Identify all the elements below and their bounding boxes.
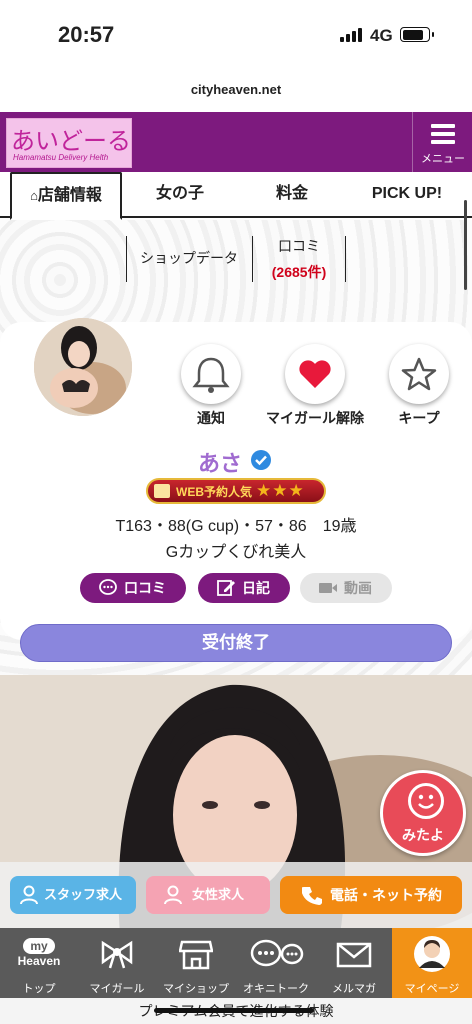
ribbon-icon [101, 940, 133, 969]
nav-top[interactable]: my Heaven トップ [0, 928, 78, 998]
address-bar-url[interactable]: cityheaven.net [0, 82, 472, 97]
divider [126, 236, 127, 282]
nav-mypage[interactable]: マイページ [392, 928, 472, 998]
logo-subtitle: Hamamatsu Delivery Helth [13, 153, 109, 162]
keep-button[interactable] [389, 344, 449, 404]
verified-icon [251, 450, 271, 470]
chat-bubbles-icon [250, 939, 304, 967]
user-avatar-icon [414, 936, 450, 972]
my-heaven-logo: my Heaven [14, 938, 64, 968]
nav-okini-talk-label: オキニトーク [243, 983, 309, 995]
shop-logo[interactable]: あいどーる Hamamatsu Delivery Helth [6, 118, 132, 168]
mail-icon [336, 942, 372, 968]
badge-stars: ★★★ [256, 481, 305, 500]
menu-button[interactable]: メニュー [412, 112, 472, 172]
badge-label: WEB予約人気 [176, 485, 252, 499]
mygirl-remove-button[interactable] [285, 344, 345, 404]
status-bar: 20:57 4G [0, 0, 472, 70]
web-reservation-badge: WEB予約人気 ★★★ [146, 478, 326, 504]
reviews-button-label: 口コミ [124, 580, 166, 596]
notify-label: 通知 [197, 410, 225, 426]
avatar-photo [34, 318, 132, 416]
female-recruit-label: 女性求人 [192, 887, 245, 902]
edit-icon [217, 580, 235, 596]
mygirl-remove-label: マイガール解除 [266, 410, 364, 426]
girl-stats: T163・88(G cup)・57・86 19歳 [115, 518, 357, 535]
smile-icon [408, 783, 444, 819]
video-icon [319, 583, 337, 593]
nav-mypage-label: マイページ [404, 983, 460, 995]
network-type: 4G [370, 26, 393, 45]
logo-my: my [23, 938, 55, 954]
tab-girls[interactable]: 女の子 [130, 172, 230, 218]
phone-icon [302, 887, 322, 905]
cta-bar: スタッフ求人 女性求人 電話・ネット予約 [0, 862, 472, 928]
staff-recruit-label: スタッフ求人 [44, 887, 123, 902]
diary-button-label: 日記 [242, 580, 270, 596]
reviews-link[interactable]: 口コミ (2685件) [254, 236, 344, 282]
divider [345, 236, 346, 282]
battery-icon [400, 27, 434, 42]
nav-mailmag-label: メルマガ [332, 983, 376, 995]
home-indicator[interactable] [154, 1008, 314, 1013]
female-recruit-button[interactable]: 女性求人 [146, 876, 270, 914]
calendar-icon [154, 484, 170, 498]
bell-icon [192, 357, 230, 393]
video-button[interactable]: 動画 [300, 573, 392, 603]
site-header: あいどーる Hamamatsu Delivery Helth メニュー [0, 112, 472, 172]
shop-icon [179, 940, 213, 970]
staff-recruit-button[interactable]: スタッフ求人 [10, 876, 136, 914]
tab-shop-info[interactable]: ⌂店舗情報 [10, 172, 122, 220]
menu-label: メニュー [421, 153, 465, 165]
girl-avatar[interactable] [34, 318, 132, 416]
shop-subnav: ショップデータ 口コミ (2685件) [126, 232, 346, 282]
heart-icon [299, 360, 331, 388]
tab-pickup[interactable]: PICK UP! [352, 172, 462, 218]
signal-icon [340, 28, 362, 42]
reviews-count: (2685件) [271, 264, 327, 280]
keep-label: キープ [398, 410, 440, 426]
girl-catchphrase: Gカップくびれ美人 [165, 544, 307, 561]
chat-icon [99, 579, 117, 595]
nav-top-label: トップ [22, 983, 56, 995]
nav-mygirl[interactable]: マイガール [78, 928, 156, 998]
nav-mailmag[interactable]: メルマガ [316, 928, 392, 998]
nav-myshop[interactable]: マイショップ [156, 928, 236, 998]
person-icon [20, 885, 38, 905]
reviews-button[interactable]: 口コミ [80, 573, 186, 603]
phone-reserve-label: 電話・ネット予約 [330, 887, 442, 903]
scrollbar[interactable] [464, 200, 467, 290]
girl-name: あさ [198, 451, 243, 476]
video-button-label: 動画 [344, 580, 372, 596]
mitayo-button[interactable]: みたよ [380, 770, 466, 856]
hamburger-icon [431, 124, 455, 148]
phone-reserve-button[interactable]: 電話・ネット予約 [280, 876, 462, 914]
logo-heaven: Heaven [17, 954, 61, 968]
nav-myshop-label: マイショップ [163, 983, 229, 995]
reviews-label: 口コミ [278, 238, 320, 254]
nav-okini-talk[interactable]: オキニトーク [236, 928, 316, 998]
diary-button[interactable]: 日記 [198, 573, 290, 603]
tab-label: 店舗情報 [37, 187, 102, 204]
home-icon: ⌂ [30, 188, 38, 203]
shop-data-link[interactable]: ショップデータ [130, 248, 248, 268]
clock: 20:57 [58, 22, 115, 47]
divider [252, 236, 253, 282]
notify-button[interactable] [181, 344, 241, 404]
mitayo-label: みたよ [402, 827, 444, 843]
star-icon [401, 357, 437, 391]
tab-price[interactable]: 料金 [244, 172, 340, 218]
bottom-nav: my Heaven トップ マイガール マイショップ オキニトーク メルマガ マ… [0, 928, 472, 998]
person-icon [164, 885, 182, 905]
shop-tabs: ⌂店舗情報 女の子 料金 PICK UP! [0, 172, 472, 220]
nav-mygirl-label: マイガール [89, 983, 145, 995]
reception-status-button[interactable]: 受付終了 [20, 624, 452, 662]
logo-title: あいどーる [11, 127, 131, 155]
